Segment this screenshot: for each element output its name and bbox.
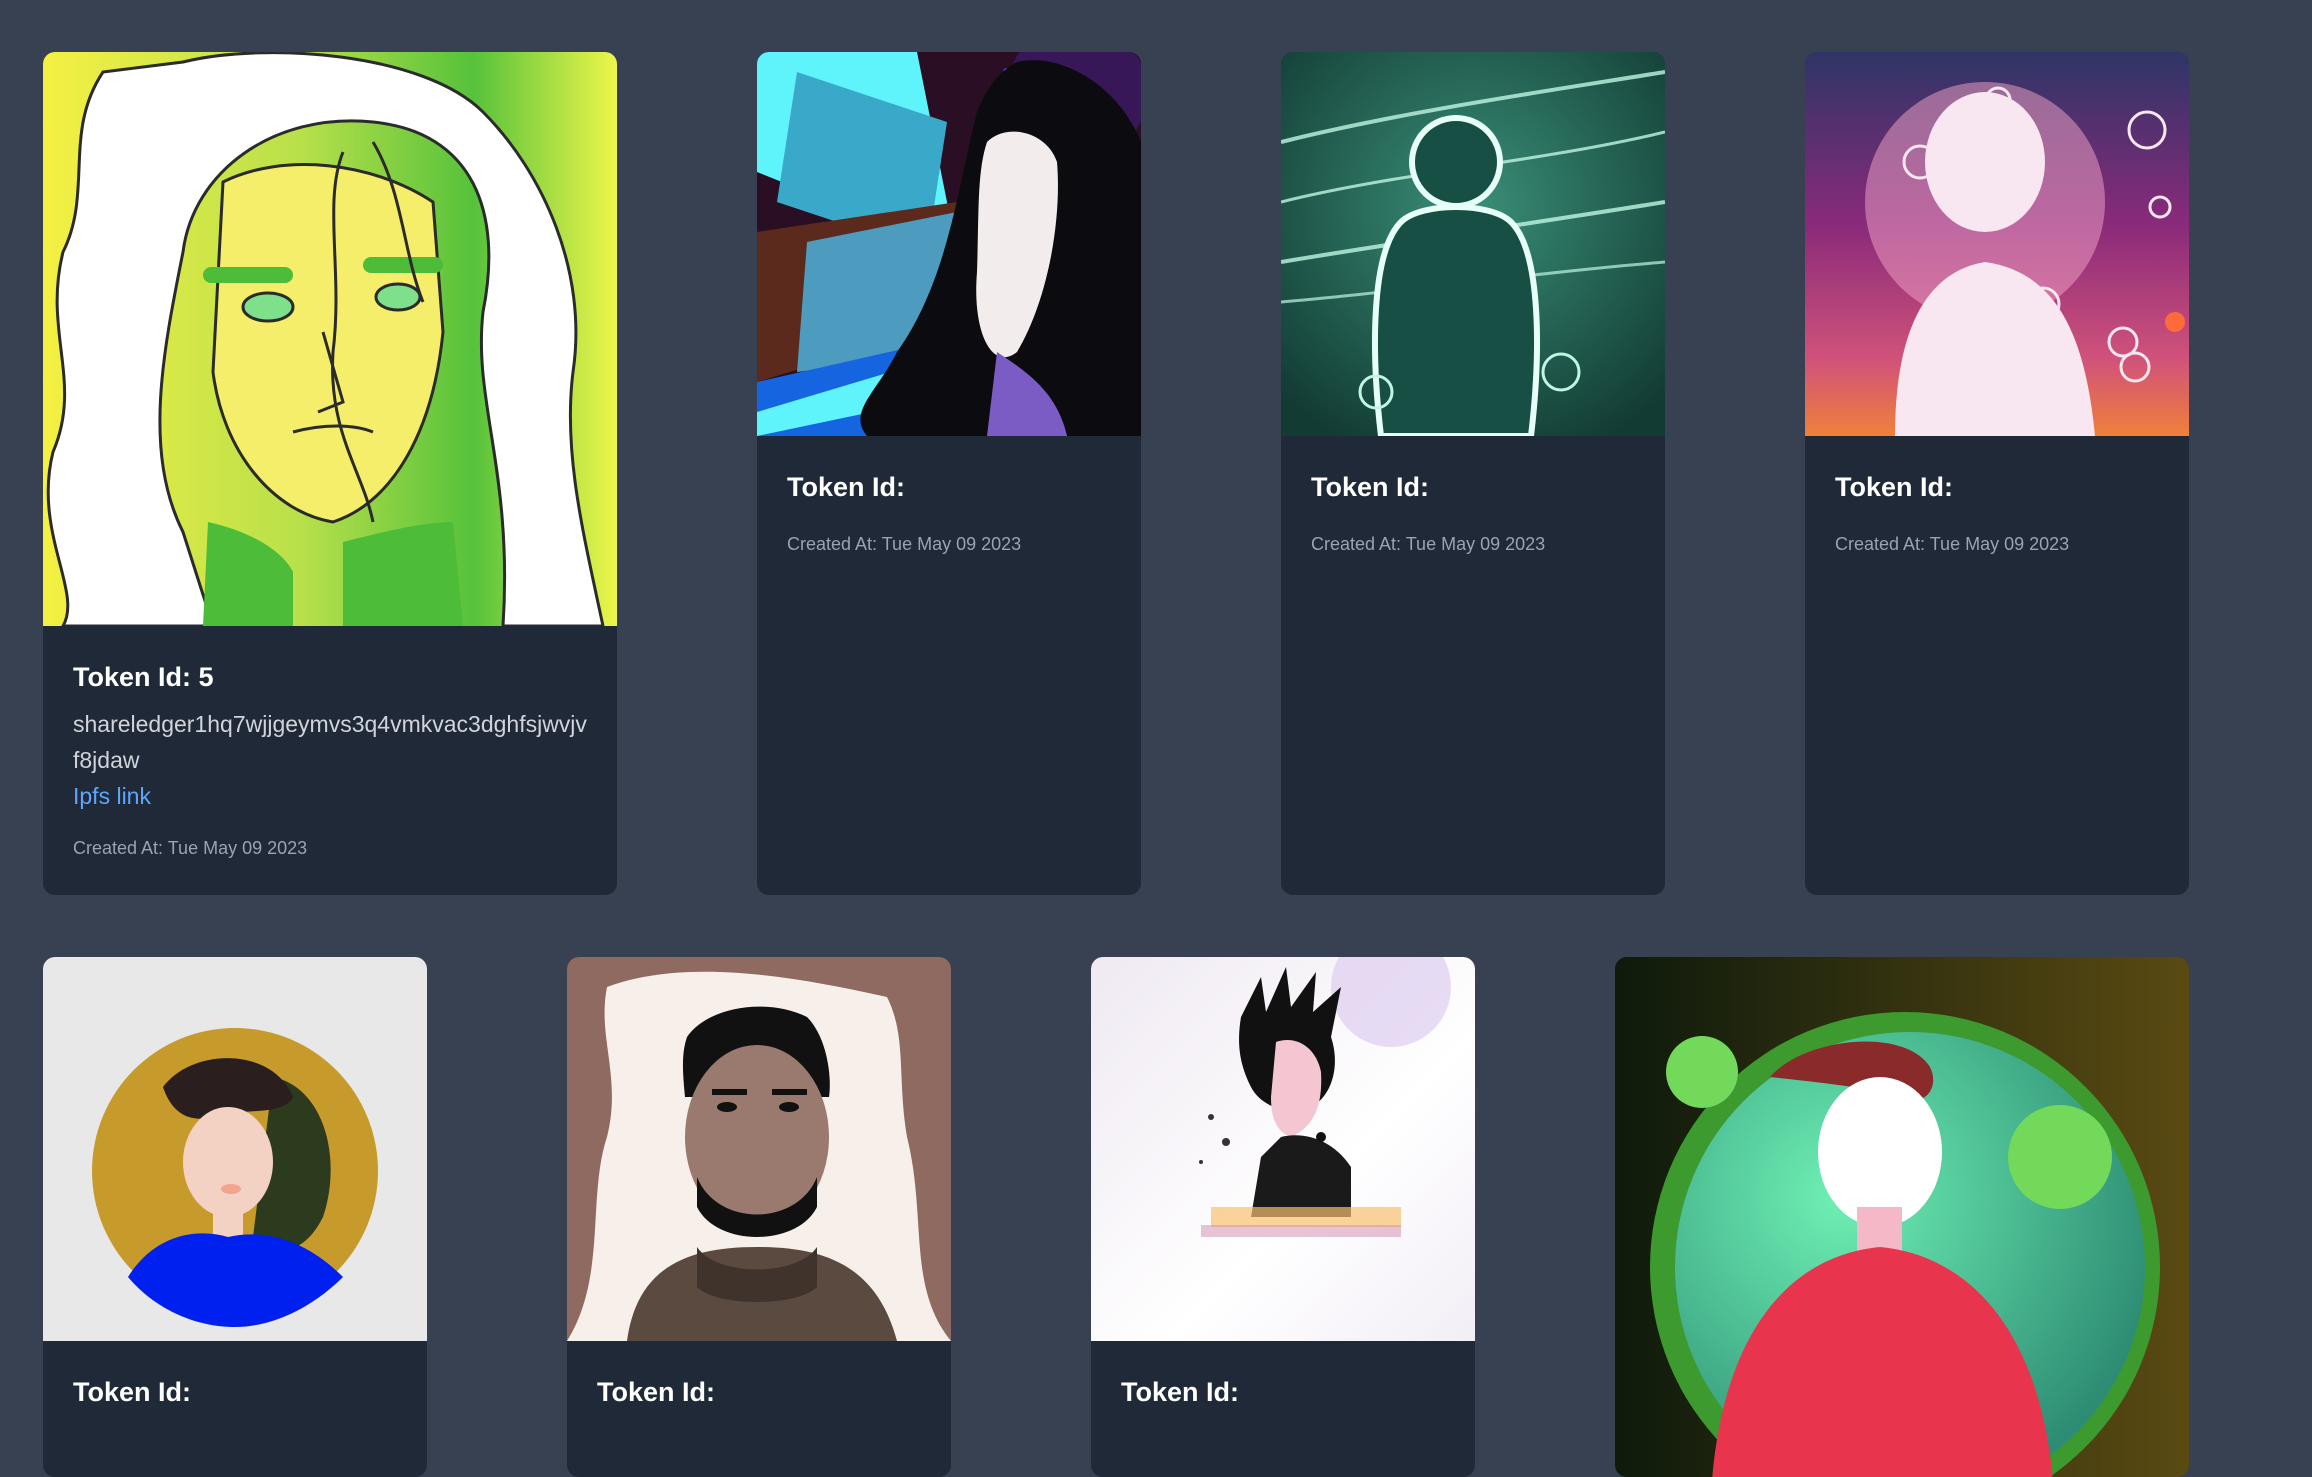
nft-image-5[interactable] [43, 957, 427, 1341]
created-at: Created At: Tue May 09 2023 [1835, 534, 2070, 554]
nft-card-4[interactable]: Token Id: Created At: Tue May 09 2023 [1805, 52, 2189, 895]
owner-address: shareledger1hq7wjjgeymvs3q4vmkvac3dghfsj… [73, 711, 587, 773]
token-id-title: Token Id: 5 [73, 662, 214, 692]
nft-image-1[interactable] [43, 52, 617, 626]
nft-image-7[interactable] [1091, 957, 1475, 1341]
nft-card-6[interactable]: Token Id: [567, 957, 951, 1477]
nft-image-4[interactable] [1805, 52, 2189, 436]
nft-card-7[interactable]: Token Id: [1091, 957, 1475, 1477]
nft-card-5[interactable]: Token Id: [43, 957, 427, 1477]
nft-image-3[interactable] [1281, 52, 1665, 436]
nft-card-1[interactable]: Token Id: 5 shareledger1hq7wjjgeymvs3q4v… [43, 52, 617, 895]
token-id-title: Token Id: [1835, 472, 1953, 502]
created-at: Created At: Tue May 09 2023 [1311, 534, 1546, 554]
nft-card-3[interactable]: Token Id: Created At: Tue May 09 2023 [1281, 52, 1665, 895]
nft-image-2[interactable] [757, 52, 1141, 436]
ipfs-link[interactable]: Ipfs link [73, 778, 587, 814]
created-at: Created At: Tue May 09 2023 [787, 534, 1022, 554]
nft-card-2[interactable]: Token Id: Created At: Tue May 09 2023 [757, 52, 1141, 895]
token-id-title: Token Id: [597, 1377, 715, 1407]
nft-card-8[interactable] [1615, 957, 2189, 1477]
nft-image-6[interactable] [567, 957, 951, 1341]
token-id-title: Token Id: [1311, 472, 1429, 502]
nft-image-8[interactable] [1615, 957, 2189, 1477]
created-at: Created At: Tue May 09 2023 [73, 838, 308, 858]
token-id-title: Token Id: [73, 1377, 191, 1407]
token-id-title: Token Id: [1121, 1377, 1239, 1407]
token-id-title: Token Id: [787, 472, 905, 502]
